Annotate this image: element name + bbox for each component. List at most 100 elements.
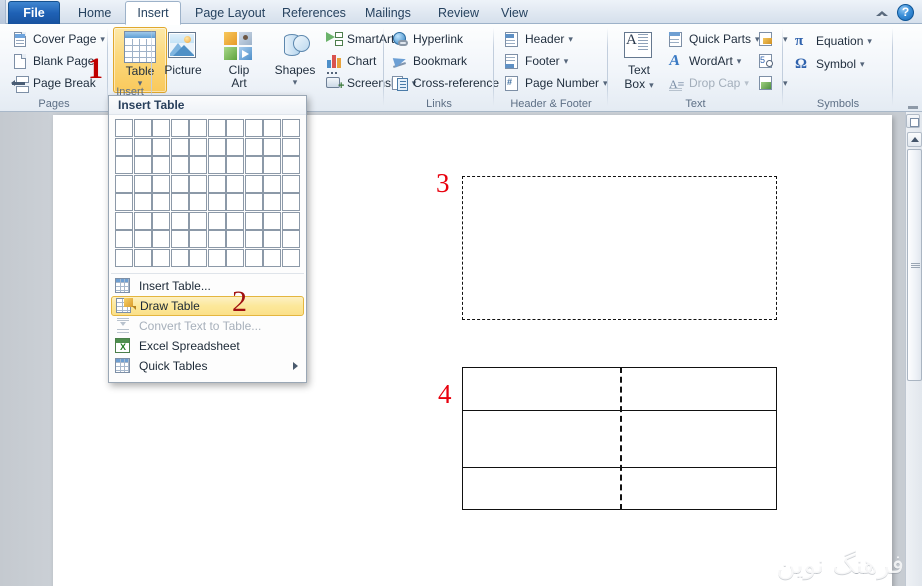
table-size-picker-cell[interactable] bbox=[281, 230, 300, 248]
chevron-up-icon[interactable] bbox=[875, 5, 890, 20]
table-size-picker-cell[interactable] bbox=[115, 230, 133, 248]
table-size-picker-cell[interactable] bbox=[263, 156, 281, 174]
scrollbar-split-handle[interactable] bbox=[908, 106, 918, 109]
table-size-picker-cell[interactable] bbox=[281, 156, 300, 174]
table-size-picker-cell[interactable] bbox=[207, 137, 226, 156]
table-size-picker-cell[interactable] bbox=[133, 193, 152, 211]
tab-review[interactable]: Review bbox=[428, 2, 489, 24]
table-size-picker-cell[interactable] bbox=[281, 174, 300, 193]
table-size-picker-cell[interactable] bbox=[189, 193, 207, 211]
table-size-picker-cell[interactable] bbox=[189, 156, 207, 174]
table-size-picker-cell[interactable] bbox=[152, 193, 170, 211]
table-size-picker-cell[interactable] bbox=[152, 137, 170, 156]
chart-button[interactable]: Chart bbox=[324, 51, 382, 72]
equation-button[interactable]: π Equation ▾ bbox=[793, 31, 889, 52]
table-size-picker-cell[interactable] bbox=[170, 174, 189, 193]
table-size-picker-cell[interactable] bbox=[244, 156, 263, 174]
text-box-button[interactable]: A Text Box ▾ bbox=[612, 27, 666, 94]
tab-insert[interactable]: Insert bbox=[125, 1, 181, 25]
bookmark-button[interactable]: Bookmark bbox=[390, 51, 492, 72]
table-size-picker-cell[interactable] bbox=[189, 137, 207, 156]
clip-art-button[interactable]: Clip Art bbox=[212, 27, 266, 90]
table-size-picker-cell[interactable] bbox=[152, 156, 170, 174]
hyperlink-button[interactable]: Hyperlink bbox=[390, 29, 492, 50]
table-size-picker-cell[interactable] bbox=[170, 137, 189, 156]
table-size-picker-cell[interactable] bbox=[133, 248, 152, 267]
table-size-picker-cell[interactable] bbox=[133, 211, 152, 230]
table-size-picker-cell[interactable] bbox=[281, 248, 300, 267]
smartart-button[interactable]: SmartArt bbox=[324, 29, 394, 50]
table-size-picker-cell[interactable] bbox=[207, 174, 226, 193]
table-size-picker-cell[interactable] bbox=[189, 174, 207, 193]
table-size-picker-cell[interactable] bbox=[133, 174, 152, 193]
table-size-picker-cell[interactable] bbox=[244, 119, 263, 137]
page-number-button[interactable]: # Page Number ▾ bbox=[502, 73, 608, 94]
table-size-picker-cell[interactable] bbox=[281, 193, 300, 211]
table-size-picker-cell[interactable] bbox=[263, 211, 281, 230]
table-size-picker-cell[interactable] bbox=[189, 211, 207, 230]
table-size-picker-cell[interactable] bbox=[170, 230, 189, 248]
select-browse-object-icon[interactable] bbox=[906, 114, 920, 128]
table-size-picker-cell[interactable] bbox=[115, 119, 133, 137]
table-size-picker-cell[interactable] bbox=[133, 156, 152, 174]
table-size-picker-cell[interactable] bbox=[281, 119, 300, 137]
picture-button[interactable]: Picture bbox=[156, 27, 210, 77]
object-button[interactable]: ▾ bbox=[756, 73, 788, 94]
table-size-picker-cell[interactable] bbox=[226, 230, 244, 248]
menu-item-draw-table[interactable]: Draw Table bbox=[111, 296, 304, 316]
tab-references[interactable]: References bbox=[272, 2, 356, 24]
table-size-picker-cell[interactable] bbox=[226, 137, 244, 156]
table-size-picker-cell[interactable] bbox=[133, 230, 152, 248]
table-size-picker-cell[interactable] bbox=[263, 119, 281, 137]
table-size-picker-cell[interactable] bbox=[226, 174, 244, 193]
date-time-button[interactable]: 5 bbox=[756, 51, 780, 72]
table-size-picker-cell[interactable] bbox=[244, 248, 263, 267]
table-size-picker-cell[interactable] bbox=[226, 193, 244, 211]
table-size-picker-cell[interactable] bbox=[152, 230, 170, 248]
table-size-picker-cell[interactable] bbox=[207, 230, 226, 248]
table-size-picker-cell[interactable] bbox=[170, 156, 189, 174]
signature-line-button[interactable]: ▾ bbox=[756, 29, 788, 50]
table-size-picker-cell[interactable] bbox=[170, 193, 189, 211]
table-size-picker-cell[interactable] bbox=[226, 119, 244, 137]
menu-item-convert-text-to-table[interactable]: Convert Text to Table... bbox=[111, 316, 304, 336]
scroll-up-button[interactable] bbox=[907, 132, 922, 147]
table-size-picker-cell[interactable] bbox=[152, 119, 170, 137]
table-size-picker-cell[interactable] bbox=[115, 156, 133, 174]
table-size-picker-cell[interactable] bbox=[263, 248, 281, 267]
table-size-picker-cell[interactable] bbox=[281, 137, 300, 156]
table-size-picker-cell[interactable] bbox=[244, 230, 263, 248]
table-size-picker-cell[interactable] bbox=[263, 174, 281, 193]
menu-item-excel-spreadsheet[interactable]: X Excel Spreadsheet bbox=[111, 336, 304, 356]
cover-page-button[interactable]: Cover Page ▾ bbox=[10, 29, 106, 50]
table-size-picker-cell[interactable] bbox=[189, 248, 207, 267]
table-size-picker-cell[interactable] bbox=[226, 248, 244, 267]
table-size-picker-cell[interactable] bbox=[170, 119, 189, 137]
table-size-picker-cell[interactable] bbox=[115, 248, 133, 267]
table-size-picker-cell[interactable] bbox=[115, 193, 133, 211]
drop-cap-button[interactable]: A≡ Drop Cap ▾ bbox=[666, 73, 758, 94]
shapes-button[interactable]: Shapes ▾ bbox=[268, 27, 322, 87]
table-size-picker-cell[interactable] bbox=[263, 193, 281, 211]
vertical-scrollbar[interactable] bbox=[905, 106, 922, 586]
tab-home[interactable]: Home bbox=[68, 2, 121, 24]
table-size-picker-cell[interactable] bbox=[133, 119, 152, 137]
footer-button[interactable]: Footer ▾ bbox=[502, 51, 602, 72]
symbol-button[interactable]: Ω Symbol ▾ bbox=[793, 54, 889, 75]
tab-mailings[interactable]: Mailings bbox=[355, 2, 421, 24]
table-size-picker-cell[interactable] bbox=[152, 248, 170, 267]
table-size-picker-cell[interactable] bbox=[207, 193, 226, 211]
header-button[interactable]: Header ▾ bbox=[502, 29, 602, 50]
table-size-picker-cell[interactable] bbox=[207, 248, 226, 267]
table-size-picker-cell[interactable] bbox=[263, 230, 281, 248]
table-size-picker-cell[interactable] bbox=[115, 174, 133, 193]
table-size-picker-grid[interactable] bbox=[109, 115, 306, 270]
cross-reference-button[interactable]: Cross-reference bbox=[390, 73, 499, 94]
table-size-picker-cell[interactable] bbox=[207, 211, 226, 230]
drawn-table-with-rows[interactable] bbox=[462, 367, 777, 510]
insert-table-dropdown-menu[interactable]: Insert Table Insert Table... Draw Table bbox=[108, 95, 307, 383]
table-size-picker-cell[interactable] bbox=[263, 137, 281, 156]
tab-view[interactable]: View bbox=[491, 2, 538, 24]
scrollbar-thumb[interactable] bbox=[907, 149, 922, 381]
table-size-picker-cell[interactable] bbox=[170, 211, 189, 230]
